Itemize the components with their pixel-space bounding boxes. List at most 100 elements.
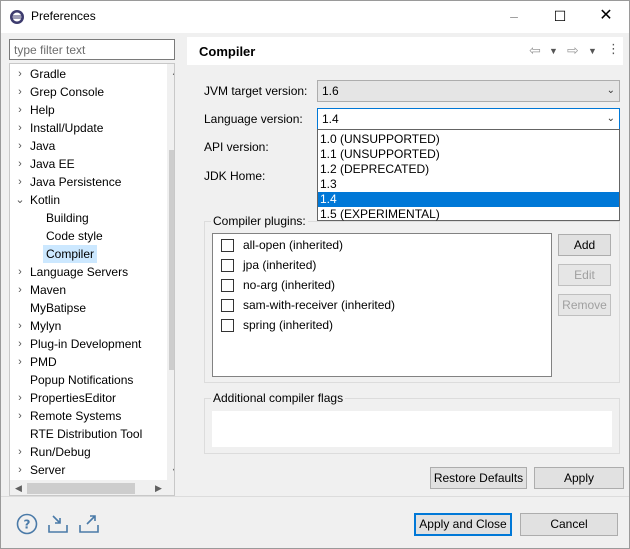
dropdown-option[interactable]: 1.0 (UNSUPPORTED) <box>318 132 619 147</box>
scroll-left-arrow-icon[interactable]: ◀ <box>10 480 27 495</box>
tree-item[interactable]: › Maven <box>10 281 167 299</box>
tree-item[interactable]: › Install/Update <box>10 119 167 137</box>
collapsed-chevron-icon[interactable]: › <box>15 137 25 155</box>
tree-item[interactable]: › Grep Console <box>10 83 167 101</box>
dropdown-option[interactable]: 1.5 (EXPERIMENTAL) <box>318 207 619 222</box>
filter-input[interactable] <box>9 39 175 60</box>
remove-plugin-button[interactable]: Remove <box>558 294 611 316</box>
tree-item[interactable]: › PMD <box>10 353 167 371</box>
cancel-button[interactable]: Cancel <box>520 513 618 536</box>
scroll-down-arrow-icon[interactable]: ▼ <box>167 463 174 480</box>
jvm-target-combo[interactable]: 1.6 ⌄ <box>317 80 620 102</box>
scroll-corner <box>167 480 174 495</box>
tree-vertical-scrollbar[interactable]: ▲ ▼ <box>167 64 174 480</box>
collapsed-chevron-icon[interactable]: › <box>15 353 25 371</box>
tree-item[interactable]: › Gradle <box>10 65 167 83</box>
tree-item[interactable]: Compiler <box>10 245 167 263</box>
help-icon[interactable]: ? <box>16 513 38 535</box>
tree-item-label: Java EE <box>30 157 75 171</box>
hscroll-thumb[interactable] <box>27 483 135 494</box>
tree-item-label: Gradle <box>30 67 67 81</box>
export-icon[interactable] <box>78 513 100 535</box>
close-button[interactable]: ✕ <box>583 1 629 33</box>
eclipse-app-icon <box>10 10 24 24</box>
import-icon[interactable] <box>47 513 69 535</box>
language-version-combo[interactable]: 1.4 ⌄ <box>317 108 620 130</box>
plugin-label: sam-with-receiver (inherited) <box>243 298 396 312</box>
collapsed-chevron-icon[interactable]: › <box>15 281 25 299</box>
add-plugin-button[interactable]: Add <box>558 234 611 256</box>
view-menu-icon[interactable]: ⋮ <box>607 41 620 57</box>
forward-menu-chevron-icon[interactable]: ▼ <box>588 46 597 56</box>
collapsed-chevron-icon[interactable]: › <box>15 119 25 137</box>
plugin-checkbox[interactable] <box>221 279 234 292</box>
collapsed-chevron-icon[interactable]: › <box>15 101 25 119</box>
collapsed-chevron-icon[interactable]: › <box>15 263 25 281</box>
edit-plugin-button[interactable]: Edit <box>558 264 611 286</box>
back-menu-chevron-icon[interactable]: ▼ <box>549 46 558 56</box>
tree-item-label: RTE Distribution Tool <box>30 427 143 441</box>
preferences-window: Preferences – ☐ ✕ › Gradle › Grep Console › H… <box>0 0 630 549</box>
tree-item[interactable]: Building <box>10 209 167 227</box>
dialog-button-bar: ? Apply and Close Cancel <box>1 496 629 548</box>
tree-item[interactable]: Popup Notifications <box>10 371 167 389</box>
collapsed-chevron-icon[interactable]: › <box>15 83 25 101</box>
collapsed-chevron-icon[interactable]: › <box>15 461 25 479</box>
scroll-thumb[interactable] <box>169 150 174 370</box>
collapsed-chevron-icon[interactable]: › <box>15 335 25 353</box>
tree-item[interactable]: › Run/Debug <box>10 443 167 461</box>
back-arrow-icon[interactable]: ⇦ <box>529 42 541 59</box>
collapsed-chevron-icon[interactable]: › <box>15 317 25 335</box>
tree-item[interactable]: › Java <box>10 137 167 155</box>
dropdown-option[interactable]: 1.1 (UNSUPPORTED) <box>318 147 619 162</box>
title-bar: Preferences – ☐ ✕ <box>1 1 629 33</box>
tree-item[interactable]: › Plug-in Development <box>10 335 167 353</box>
expanded-chevron-icon[interactable]: ⌄ <box>15 191 25 209</box>
tree-item[interactable]: › Server <box>10 461 167 479</box>
tree-item[interactable]: MyBatipse <box>10 299 167 317</box>
tree-item[interactable]: › Mylyn <box>10 317 167 335</box>
apply-and-close-button[interactable]: Apply and Close <box>414 513 512 536</box>
tree-item[interactable]: › Remote Systems <box>10 407 167 425</box>
dropdown-option[interactable]: 1.3 <box>318 177 619 192</box>
forward-arrow-icon[interactable]: ⇨ <box>567 42 579 59</box>
api-version-label: API version: <box>204 140 269 154</box>
tree-item[interactable]: › Java EE <box>10 155 167 173</box>
collapsed-chevron-icon[interactable]: › <box>15 389 25 407</box>
collapsed-chevron-icon[interactable]: › <box>15 173 25 191</box>
maximize-button[interactable]: ☐ <box>537 1 583 33</box>
collapsed-chevron-icon[interactable]: › <box>15 65 25 83</box>
scroll-up-arrow-icon[interactable]: ▲ <box>167 64 174 81</box>
scroll-right-arrow-icon[interactable]: ▶ <box>150 480 167 495</box>
collapsed-chevron-icon[interactable]: › <box>15 407 25 425</box>
tree-horizontal-scrollbar[interactable]: ◀ ▶ <box>10 480 167 495</box>
language-version-label: Language version: <box>204 112 303 126</box>
plugin-checkbox[interactable] <box>221 239 234 252</box>
tree-item[interactable]: Code style <box>10 227 167 245</box>
restore-defaults-button[interactable]: Restore Defaults <box>430 467 527 489</box>
tree-item[interactable]: › Help <box>10 101 167 119</box>
tree-item-label: Compiler <box>43 245 98 263</box>
jdk-home-label: JDK Home: <box>204 169 266 183</box>
dropdown-option[interactable]: 1.2 (DEPRECATED) <box>318 162 619 177</box>
preference-tree: › Gradle › Grep Console › Help › Install/Update… <box>9 63 175 496</box>
apply-button[interactable]: Apply <box>534 467 624 489</box>
tree-item[interactable]: RTE Distribution Tool <box>10 425 167 443</box>
tree-item[interactable]: ⌄ Kotlin <box>10 191 167 209</box>
tree-item-label: Java Persistence <box>30 175 122 189</box>
tree-item[interactable]: › Language Servers <box>10 263 167 281</box>
tree-item-label: Popup Notifications <box>30 373 134 387</box>
page-title: Compiler <box>199 44 256 59</box>
plugin-checkbox[interactable] <box>221 259 234 272</box>
plugin-checkbox[interactable] <box>221 319 234 332</box>
tree-item-label: Run/Debug <box>30 445 91 459</box>
tree-item[interactable]: › PropertiesEditor <box>10 389 167 407</box>
dropdown-option-selected[interactable]: 1.4 <box>318 192 619 207</box>
additional-flags-input[interactable] <box>212 411 612 447</box>
tree-item[interactable]: › Java Persistence <box>10 173 167 191</box>
minimize-button[interactable]: – <box>491 1 537 33</box>
collapsed-chevron-icon[interactable]: › <box>15 443 25 461</box>
plugin-checkbox[interactable] <box>221 299 234 312</box>
plugin-label: spring (inherited) <box>243 318 334 332</box>
collapsed-chevron-icon[interactable]: › <box>15 155 25 173</box>
